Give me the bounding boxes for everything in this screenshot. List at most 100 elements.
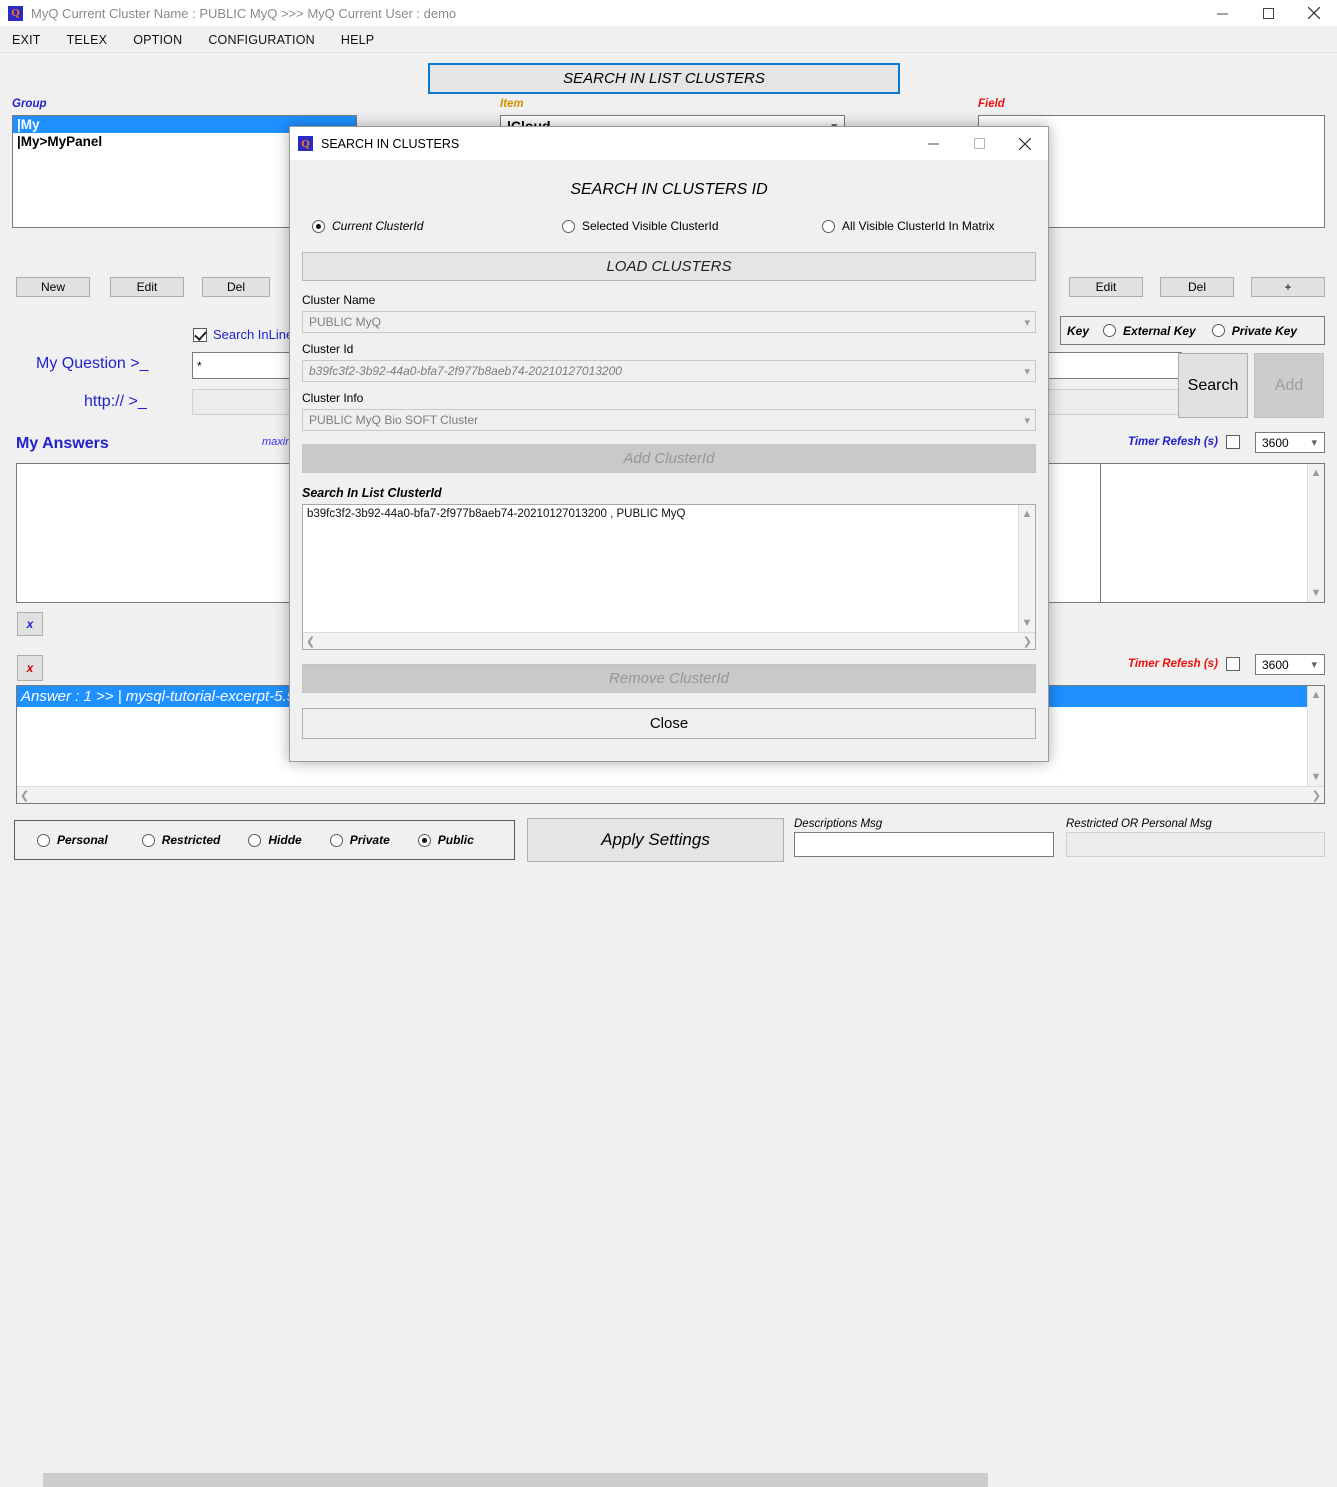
- radio-all-visible-clusterid[interactable]: All Visible ClusterId In Matrix: [822, 219, 995, 233]
- cluster-name-combo[interactable]: PUBLIC MyQ ▾: [302, 311, 1036, 333]
- scroll-left-icon[interactable]: ❮: [306, 635, 315, 648]
- checkbox-icon[interactable]: [193, 327, 207, 342]
- dialog-title: SEARCH IN CLUSTERS: [321, 136, 460, 151]
- radio-icon[interactable]: [1211, 324, 1225, 337]
- private-key-radio[interactable]: Private Key: [1211, 324, 1297, 338]
- radio-current-clusterid-label: Current ClusterId: [332, 219, 424, 233]
- visibility-private-label: Private: [349, 833, 390, 847]
- del-button[interactable]: Del: [202, 277, 270, 297]
- cluster-id-combo[interactable]: b39fc3f2-3b92-44a0-bfa7-2f977b8aeb74-202…: [302, 360, 1036, 382]
- scroll-thumb[interactable]: [43, 1473, 988, 1487]
- app-icon: Q: [8, 5, 23, 21]
- menu-option[interactable]: OPTION: [133, 33, 182, 47]
- vertical-scrollbar[interactable]: ▲ ▼: [1307, 686, 1324, 786]
- external-key-radio[interactable]: External Key: [1103, 324, 1196, 338]
- chevron-down-icon: ▾: [1024, 414, 1030, 427]
- clusterid-list-item[interactable]: b39fc3f2-3b92-44a0-bfa7-2f977b8aeb74-202…: [307, 508, 1014, 520]
- clear-blue-button[interactable]: x: [17, 612, 43, 636]
- visibility-public[interactable]: Public: [417, 833, 474, 847]
- radio-icon[interactable]: [822, 219, 835, 233]
- clear-red-button[interactable]: x: [17, 655, 43, 681]
- timer-refresh-2: Timer Refesh (s): [1128, 657, 1240, 671]
- clusterid-scope-radio-group: Current ClusterId Selected Visible Clust…: [302, 219, 1036, 233]
- visibility-restricted[interactable]: Restricted: [141, 833, 220, 847]
- radio-icon[interactable]: [37, 833, 50, 847]
- cluster-id-label: Cluster Id: [302, 342, 354, 356]
- radio-icon[interactable]: [141, 833, 155, 847]
- timer-refresh-2-combo[interactable]: 3600 ▾: [1255, 654, 1325, 675]
- scroll-left-icon[interactable]: ❮: [20, 789, 29, 802]
- scroll-down-icon[interactable]: ▼: [1311, 771, 1322, 786]
- visibility-hidde[interactable]: Hidde: [248, 833, 302, 847]
- timer-refresh-2-checkbox[interactable]: [1225, 657, 1240, 671]
- menubar: EXIT TELEX OPTION CONFIGURATION HELP: [0, 27, 1337, 53]
- scroll-up-icon[interactable]: ▲: [1311, 464, 1322, 479]
- radio-selected-visible-clusterid-label: Selected Visible ClusterId: [582, 219, 719, 233]
- radio-all-visible-clusterid-label: All Visible ClusterId In Matrix: [842, 219, 995, 233]
- menu-exit[interactable]: EXIT: [12, 33, 41, 47]
- cluster-info-combo[interactable]: PUBLIC MyQ Bio SOFT Cluster ▾: [302, 409, 1036, 431]
- descriptions-msg-input[interactable]: [794, 832, 1054, 857]
- menu-configuration[interactable]: CONFIGURATION: [208, 33, 315, 47]
- horizontal-scrollbar[interactable]: ❮ ❯: [17, 786, 1324, 1487]
- radio-icon[interactable]: [1103, 324, 1117, 337]
- field-label: Field: [978, 98, 1005, 110]
- visibility-private[interactable]: Private: [329, 833, 390, 847]
- cluster-info-label: Cluster Info: [302, 391, 364, 405]
- scroll-up-icon[interactable]: ▲: [1311, 686, 1322, 701]
- search-in-clusters-dialog: Q SEARCH IN CLUSTERS SEARCH IN CLUSTERS …: [289, 126, 1049, 762]
- vertical-scrollbar[interactable]: ▲ ▼: [1018, 505, 1035, 632]
- scroll-up-icon[interactable]: ▲: [1022, 505, 1033, 520]
- scroll-down-icon[interactable]: ▼: [1022, 617, 1033, 632]
- dialog-titlebar: Q SEARCH IN CLUSTERS: [290, 127, 1048, 160]
- apply-settings-button[interactable]: Apply Settings: [527, 818, 784, 862]
- search-inline-checkbox[interactable]: Search InLine: [193, 327, 293, 342]
- search-in-list-clusters-button[interactable]: SEARCH IN LIST CLUSTERS: [428, 63, 900, 94]
- close-dialog-button[interactable]: Close: [302, 708, 1036, 739]
- vertical-scrollbar[interactable]: ▲ ▼: [1307, 464, 1324, 602]
- radio-icon[interactable]: [329, 833, 343, 847]
- search-button[interactable]: Search: [1178, 353, 1248, 418]
- radio-selected-visible-clusterid[interactable]: Selected Visible ClusterId: [562, 219, 822, 233]
- radio-current-clusterid[interactable]: Current ClusterId: [302, 219, 562, 233]
- scroll-down-icon[interactable]: ▼: [1311, 587, 1322, 602]
- dialog-minimize-button[interactable]: [910, 130, 956, 157]
- add-button: Add: [1254, 353, 1324, 418]
- my-question-label: My Question >_: [36, 355, 149, 372]
- close-button[interactable]: [1291, 0, 1337, 27]
- maximize-button[interactable]: [1245, 0, 1291, 27]
- visibility-personal[interactable]: Personal: [37, 833, 108, 847]
- key-label: Key: [1067, 323, 1090, 338]
- window-title: MyQ Current Cluster Name : PUBLIC MyQ >>…: [31, 5, 457, 21]
- field-del-button[interactable]: Del: [1160, 277, 1234, 297]
- descriptions-msg-label: Descriptions Msg: [794, 818, 883, 830]
- menu-telex[interactable]: TELEX: [67, 33, 108, 47]
- restricted-msg-label: Restricted OR Personal Msg: [1066, 818, 1212, 830]
- field-add-button[interactable]: +: [1251, 277, 1325, 297]
- key-type-group: Key External Key Private Key: [1060, 316, 1325, 345]
- new-button[interactable]: New: [16, 277, 90, 297]
- scroll-right-icon[interactable]: ❯: [1023, 635, 1032, 648]
- timer-refresh-1-checkbox[interactable]: [1225, 435, 1240, 449]
- cluster-id-value: b39fc3f2-3b92-44a0-bfa7-2f977b8aeb74-202…: [309, 364, 622, 378]
- scroll-right-icon[interactable]: ❯: [1312, 789, 1321, 802]
- visibility-radio-group: Personal Restricted Hidde Private Public: [14, 820, 515, 860]
- field-edit-button[interactable]: Edit: [1069, 277, 1143, 297]
- horizontal-scrollbar[interactable]: ❮ ❯: [303, 632, 1035, 649]
- menu-help[interactable]: HELP: [341, 33, 374, 47]
- timer-refresh-1-combo[interactable]: 3600 ▾: [1255, 432, 1325, 453]
- edit-button[interactable]: Edit: [110, 277, 184, 297]
- dialog-close-button[interactable]: [1002, 130, 1048, 157]
- minimize-button[interactable]: [1199, 0, 1245, 27]
- radio-icon[interactable]: [417, 833, 431, 847]
- visibility-hidde-label: Hidde: [268, 833, 302, 847]
- restricted-msg-input[interactable]: [1066, 832, 1325, 857]
- load-clusters-button[interactable]: LOAD CLUSTERS: [302, 252, 1036, 281]
- answers-side-listbox[interactable]: ▲ ▼: [1100, 463, 1325, 603]
- clusterid-listbox[interactable]: b39fc3f2-3b92-44a0-bfa7-2f977b8aeb74-202…: [302, 504, 1036, 650]
- radio-icon[interactable]: [562, 219, 575, 233]
- chevron-down-icon: ▾: [1024, 316, 1030, 329]
- radio-icon[interactable]: [312, 219, 325, 233]
- radio-icon[interactable]: [248, 833, 262, 847]
- cluster-info-value: PUBLIC MyQ Bio SOFT Cluster: [309, 413, 479, 427]
